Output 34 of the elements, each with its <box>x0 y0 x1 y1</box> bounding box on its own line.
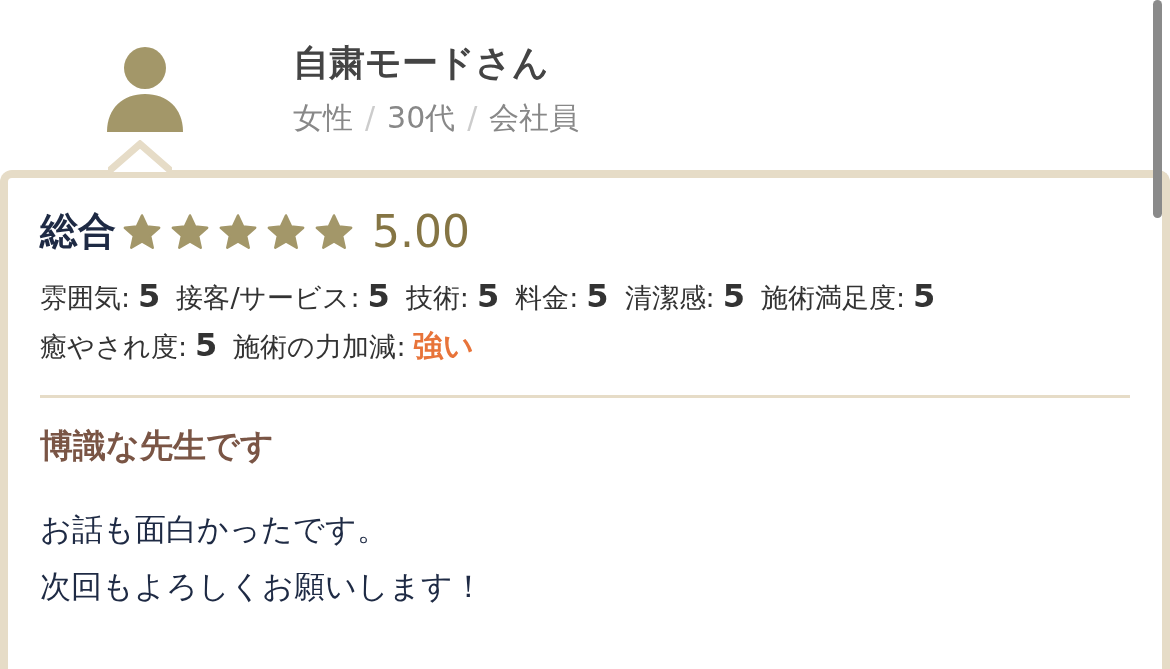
rating-value: 5 <box>913 277 936 315</box>
rating-label: 接客/サービス: <box>176 281 360 315</box>
rating-value: 5 <box>195 326 218 364</box>
overall-score: 5.00 <box>372 206 470 257</box>
avatar-silhouette-icon <box>105 46 185 134</box>
rating-value: 5 <box>586 277 609 315</box>
separator: / <box>467 99 478 137</box>
rating-value: 5 <box>476 277 500 315</box>
reviewer-name: 自粛モードさん <box>293 41 550 85</box>
rating-label: 技術: <box>405 281 469 315</box>
reviewer-attribute: 30代 <box>387 99 456 137</box>
star-icon <box>122 212 162 251</box>
rating-label: 清潔感: <box>624 281 715 315</box>
rating-label: 施術満足度: <box>760 281 906 315</box>
star-icon <box>218 212 258 251</box>
review-title: 博識な先生です <box>40 425 275 467</box>
star-icon <box>170 212 210 251</box>
rating-label: 料金: <box>515 281 579 315</box>
reviewer-attribute: 女性 <box>293 99 353 137</box>
star-icon <box>314 212 354 251</box>
rating-label: 施術の力加減: <box>233 330 406 364</box>
rating-value: 5 <box>722 277 745 315</box>
scrollbar[interactable] <box>1153 0 1162 218</box>
rating-value: 5 <box>367 277 390 315</box>
rating-value: 5 <box>138 277 161 315</box>
rating-value: 強い <box>413 327 475 365</box>
overall-label: 総合 <box>40 208 116 255</box>
reviewer-attribute: 会社員 <box>489 99 580 137</box>
review-text: お話も面白かったです。 <box>40 510 389 549</box>
star-icon <box>266 212 306 251</box>
rating-label: 雰囲気: <box>40 281 131 315</box>
separator: / <box>365 99 376 137</box>
rating-label: 癒やされ度: <box>40 330 188 364</box>
review-text: 次回もよろしくお願いします！ <box>40 567 485 606</box>
